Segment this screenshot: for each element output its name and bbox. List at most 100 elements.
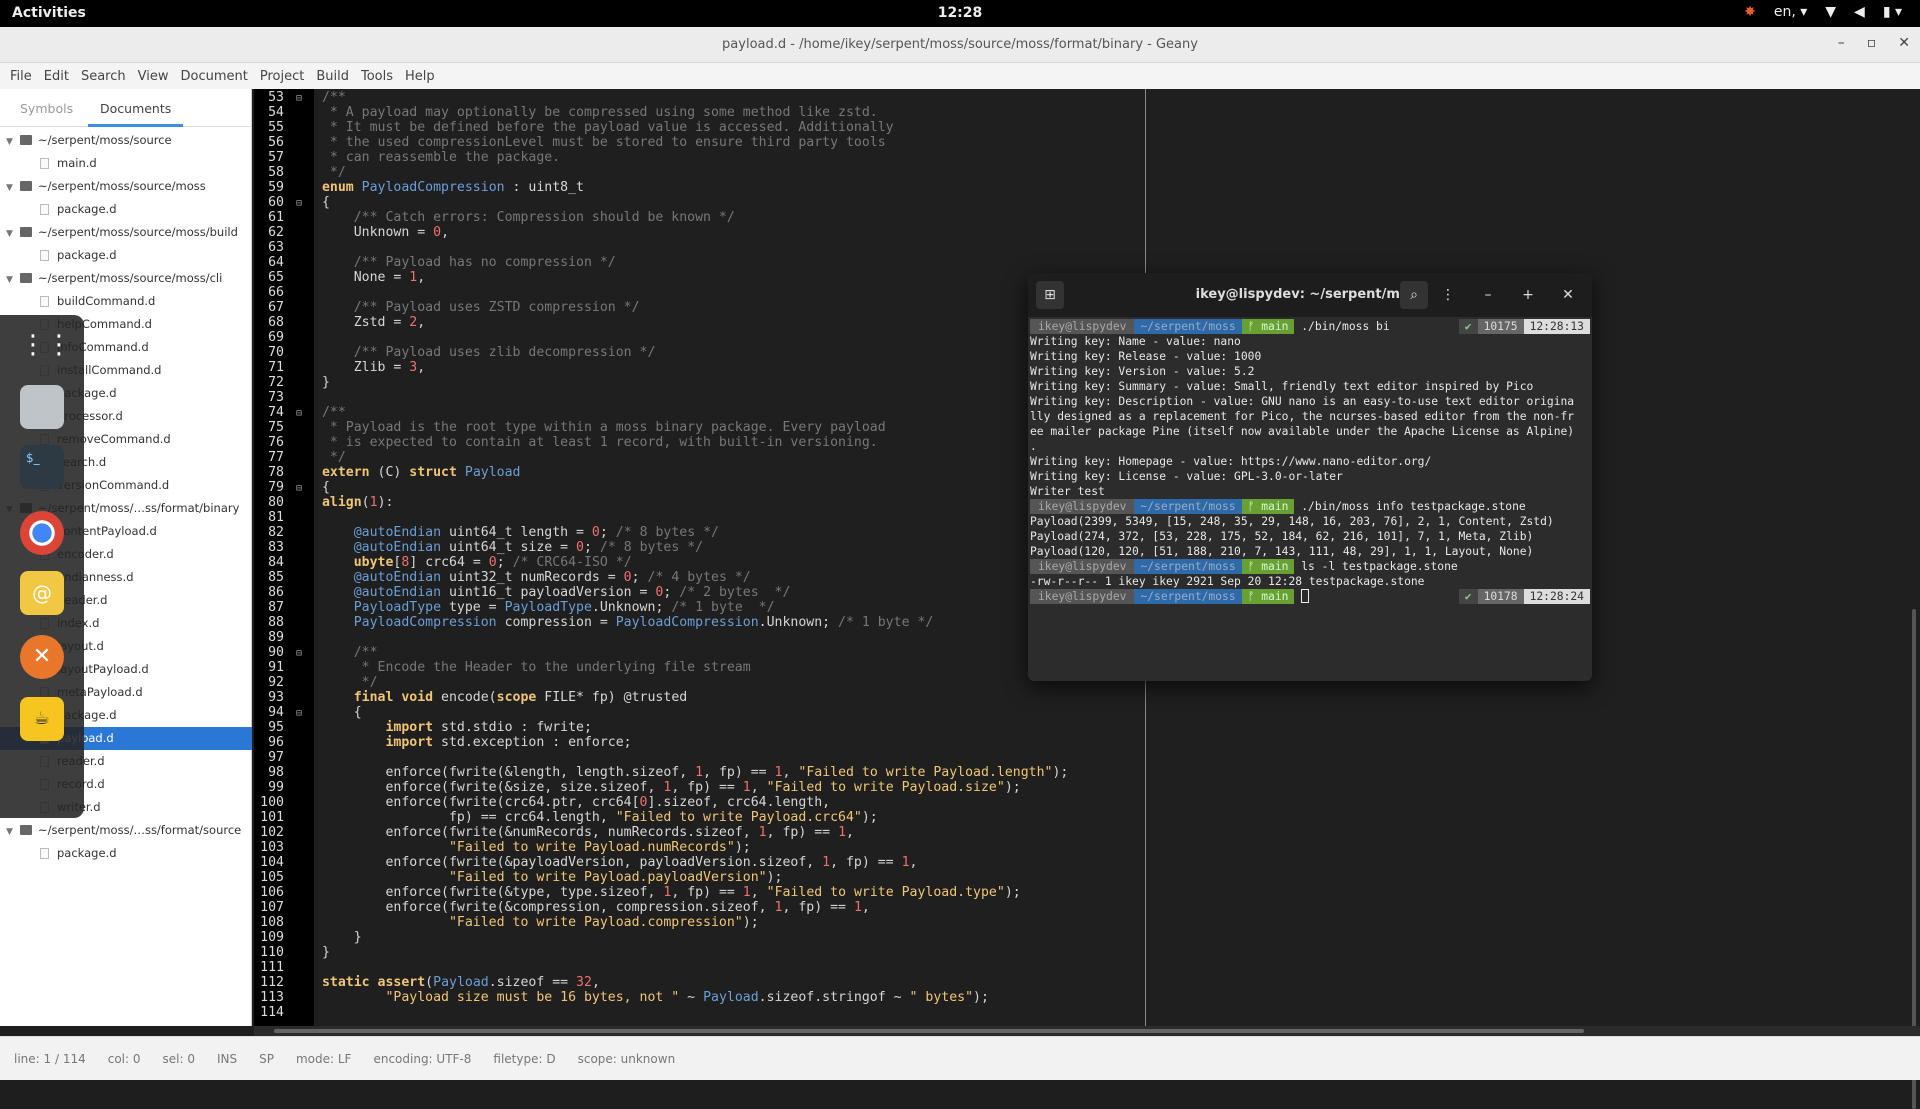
geany-icon[interactable]: ☕ — [20, 697, 64, 741]
tree-file[interactable]: main.d — [0, 152, 252, 175]
app-indicator-icon[interactable]: ✸ — [1744, 4, 1756, 20]
maximize-button[interactable]: ▫ — [1867, 35, 1877, 51]
code-line[interactable]: 61 /** Catch errors: Compression should … — [254, 210, 1920, 225]
fold-marker[interactable]: ⊟ — [284, 91, 314, 106]
code-line[interactable]: 110 } — [254, 945, 1920, 960]
fold-marker[interactable]: ⊟ — [284, 706, 314, 721]
code-line[interactable]: 95 import std.stdio : fwrite; — [254, 720, 1920, 735]
chrome-icon[interactable] — [20, 511, 64, 555]
tree-file[interactable]: buildCommand.d — [0, 290, 252, 313]
menu-file[interactable]: File — [10, 63, 40, 89]
close-button[interactable]: ✕ — [1898, 35, 1910, 51]
fold-marker[interactable]: ⊟ — [284, 406, 314, 421]
code-line[interactable]: 104 enforce(fwrite(&payloadVersion, payl… — [254, 855, 1920, 870]
tree-file[interactable]: package.d — [0, 842, 252, 865]
folder-icon — [20, 227, 32, 237]
code-token: "Failed to write Payload.payloadVersion" — [321, 870, 767, 885]
system-tray[interactable]: ✸ en, ▾ ▼ ◀ ▮ ▾ — [1744, 4, 1902, 20]
code-line[interactable]: 94 ⊟ { — [254, 705, 1920, 720]
network-icon[interactable]: ▼ — [1825, 4, 1836, 20]
files-icon[interactable] — [20, 385, 64, 429]
horizontal-scrollbar[interactable] — [254, 1026, 1920, 1036]
menu-project[interactable]: Project — [260, 63, 312, 89]
menu-document[interactable]: Document — [180, 63, 255, 89]
close-icon[interactable]: ✕ — [1554, 281, 1582, 309]
code-line[interactable]: 59 enum PayloadCompression : uint8_t — [254, 180, 1920, 195]
code-line[interactable]: 109 } — [254, 930, 1920, 945]
code-line[interactable]: 98 enforce(fwrite(&length, length.sizeof… — [254, 765, 1920, 780]
clock[interactable]: 12:28 — [0, 5, 1920, 21]
line-number: 69 — [268, 330, 284, 345]
code-line[interactable]: 60 ⊟ { — [254, 195, 1920, 210]
menu-tools[interactable]: Tools — [361, 63, 401, 89]
code-line[interactable]: 102 enforce(fwrite(&numRecords, numRecor… — [254, 825, 1920, 840]
code-line[interactable]: 96 import std.exception : enforce; — [254, 735, 1920, 750]
code-token: "Failed to write Payload.type" — [766, 885, 1005, 900]
terminal-icon[interactable]: $_ — [20, 445, 64, 489]
code-line[interactable]: 108 "Failed to write Payload.compression… — [254, 915, 1920, 930]
code-line[interactable]: 99 enforce(fwrite(&size, size.sizeof, 1,… — [254, 780, 1920, 795]
menu-icon[interactable]: ⋮ — [1434, 281, 1462, 309]
code-token: Payload — [433, 975, 489, 990]
code-line[interactable]: 112 static assert(Payload.sizeof == 32, — [254, 975, 1920, 990]
code-line[interactable]: 100 enforce(fwrite(crc64.ptr, crc64[0].s… — [254, 795, 1920, 810]
code-line[interactable]: 56 * the used compressionLevel must be s… — [254, 135, 1920, 150]
app-grid-icon[interactable]: ⋮⋮ — [20, 323, 72, 367]
tree-file[interactable]: package.d — [0, 244, 252, 267]
mail-icon[interactable]: @ — [20, 571, 64, 615]
code-line[interactable]: 55 * It must be defined before the paylo… — [254, 120, 1920, 135]
minimize-icon[interactable]: – — [1474, 281, 1502, 309]
code-token: PayloadCompression — [615, 615, 759, 630]
code-line[interactable]: 93 final void encode(scope FILE* fp) @tr… — [254, 690, 1920, 705]
code-line[interactable]: 57 * can reassemble the package. — [254, 150, 1920, 165]
language-selector[interactable]: en, ▾ — [1774, 4, 1807, 20]
terminal-window[interactable]: ⊞ ikey@lispydev: ~/serpent/moss ⌕ ⋮ – + … — [1028, 273, 1592, 681]
ubuntu-software-icon[interactable]: ✕ — [20, 635, 64, 679]
tree-file[interactable]: package.d — [0, 198, 252, 221]
volume-icon[interactable]: ◀ — [1854, 4, 1865, 20]
menu-search[interactable]: Search — [81, 63, 134, 89]
battery-icon[interactable]: ▮ ▾ — [1883, 4, 1902, 20]
tree-folder[interactable]: ▼ ~/serpent/moss/source — [0, 129, 252, 152]
tree-folder[interactable]: ▼ ~/serpent/moss/source/moss — [0, 175, 252, 198]
code-line[interactable]: 62 Unknown = 0, — [254, 225, 1920, 240]
code-line[interactable]: 105 "Failed to write Payload.payloadVers… — [254, 870, 1920, 885]
fold-marker[interactable]: ⊟ — [284, 196, 314, 211]
code-line[interactable]: 114 — [254, 1005, 1920, 1020]
maximize-icon[interactable]: + — [1514, 281, 1542, 309]
tab-documents[interactable]: Documents — [88, 101, 184, 127]
line-number: 65 — [268, 270, 284, 285]
terminal-output[interactable]: ikey@lispydev ~/serpent/moss ᚠ main ./bin/… — [1030, 319, 1590, 604]
expander-icon[interactable]: ▼ — [6, 131, 20, 154]
tree-folder[interactable]: ▼ ~/serpent/moss/source/moss/build — [0, 221, 252, 244]
code-line[interactable]: 106 enforce(fwrite(&type, type.sizeof, 1… — [254, 885, 1920, 900]
code-line[interactable]: 113 "Payload size must be 16 bytes, not … — [254, 990, 1920, 1005]
menu-build[interactable]: Build — [316, 63, 357, 89]
code-line[interactable]: 64 /** Payload has no compression */ — [254, 255, 1920, 270]
code-line[interactable]: 53 ⊟ /** — [254, 90, 1920, 105]
code-line[interactable]: 101 fp) == crc64.length, "Failed to writ… — [254, 810, 1920, 825]
fold-marker[interactable]: ⊟ — [284, 646, 314, 661]
expander-icon[interactable]: ▼ — [6, 223, 20, 246]
menu-help[interactable]: Help — [405, 63, 443, 89]
tree-folder[interactable]: ▼ ~/serpent/moss/source/moss/cli — [0, 267, 252, 290]
fold-marker[interactable]: ⊟ — [284, 481, 314, 496]
tab-symbols[interactable]: Symbols — [20, 101, 73, 116]
expander-icon[interactable]: ▼ — [6, 177, 20, 200]
code-line[interactable]: 111 — [254, 960, 1920, 975]
menu-edit[interactable]: Edit — [44, 63, 77, 89]
prompt-branch: ᚠ main — [1241, 589, 1295, 604]
code-line[interactable]: 63 — [254, 240, 1920, 255]
tree-folder[interactable]: ▼ ~/serpent/moss/…ss/format/source — [0, 819, 252, 842]
code-line[interactable]: 54 * A payload may optionally be compres… — [254, 105, 1920, 120]
code-token: @autoEndian — [321, 525, 442, 540]
menu-view[interactable]: View — [138, 63, 177, 89]
code-line[interactable]: 107 enforce(fwrite(&compression, compres… — [254, 900, 1920, 915]
code-line[interactable]: 103 "Failed to write Payload.numRecords"… — [254, 840, 1920, 855]
minimize-button[interactable]: – — [1838, 35, 1845, 51]
search-icon[interactable]: ⌕ — [1400, 281, 1428, 309]
expander-icon[interactable]: ▼ — [6, 821, 20, 844]
expander-icon[interactable]: ▼ — [6, 269, 20, 292]
code-line[interactable]: 97 — [254, 750, 1920, 765]
code-line[interactable]: 58 */ — [254, 165, 1920, 180]
